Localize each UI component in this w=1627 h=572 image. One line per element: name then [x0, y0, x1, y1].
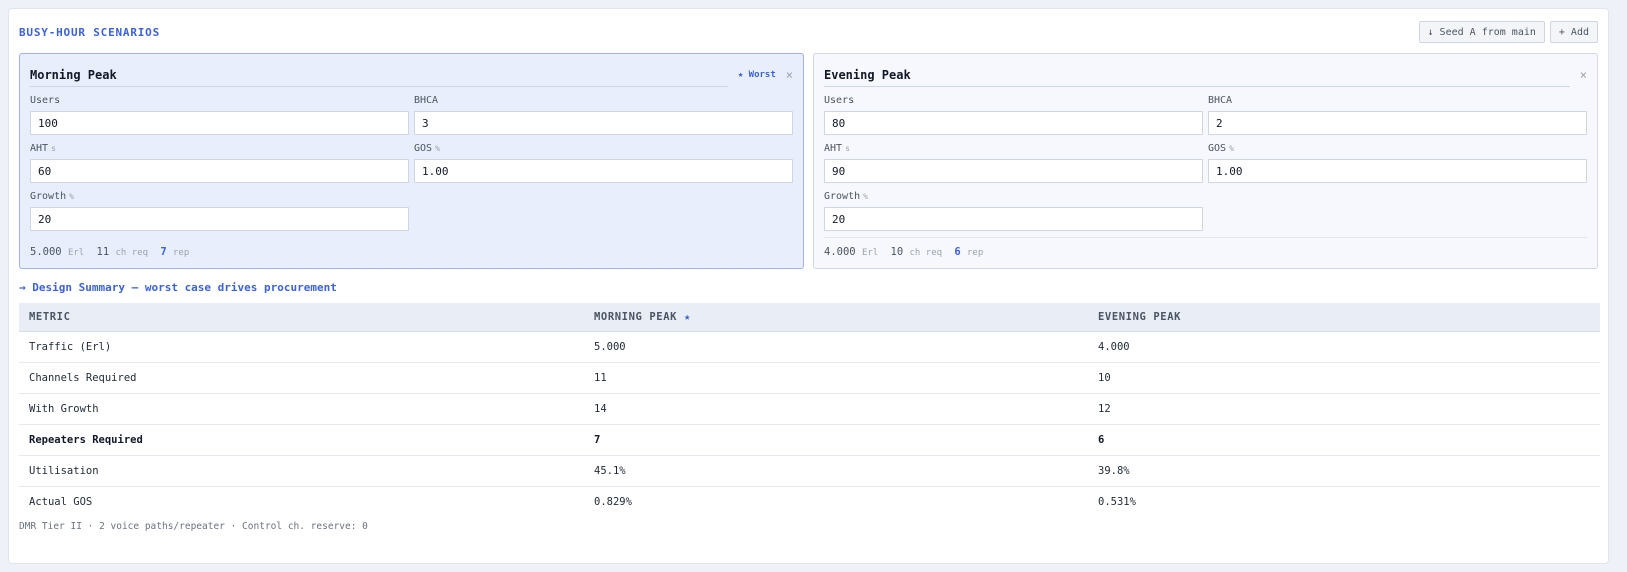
close-icon[interactable]: ×: [786, 68, 793, 82]
footer-note: DMR Tier II · 2 voice paths/repeater · C…: [19, 521, 368, 532]
repeaters-value: 7: [160, 246, 167, 258]
users-input[interactable]: 80: [824, 111, 1203, 135]
users-input[interactable]: 100: [30, 111, 409, 135]
gos-unit: %: [1229, 144, 1234, 153]
morning-cell: 7: [584, 424, 1088, 456]
metric-cell: Traffic (Erl): [19, 331, 584, 363]
scenario-name-input[interactable]: Evening Peak: [824, 64, 1570, 87]
morning-cell: 14: [584, 393, 1088, 425]
growth-input[interactable]: 20: [30, 207, 409, 231]
header-metric: METRIC: [19, 303, 584, 332]
users-label: Users: [30, 95, 61, 106]
table-header-row: METRIC MORNING PEAK ★ EVENING PEAK: [19, 303, 1600, 332]
repeaters-unit: rep: [173, 248, 190, 258]
header-morning-peak: MORNING PEAK ★: [584, 303, 1088, 332]
metric-cell: Actual GOS: [29, 496, 93, 508]
panel-header: BUSY-HOUR SCENARIOS ↓ Seed A from main +…: [19, 21, 1598, 43]
morning-cell: 45.1%: [584, 455, 1088, 487]
aht-label: AHT s: [30, 143, 56, 154]
evening-cell: 12: [1088, 393, 1600, 425]
erl-value: 5.000: [30, 246, 62, 258]
bhca-input[interactable]: 3: [414, 111, 793, 135]
morning-cell: 0.829%: [594, 496, 632, 508]
metric-cell: Utilisation: [19, 455, 584, 487]
channels-value: 10: [890, 246, 904, 258]
bhca-label: BHCA: [1208, 95, 1233, 106]
evening-cell: 10: [1088, 362, 1600, 394]
gos-unit: %: [435, 144, 440, 153]
scenario-cards: Morning Peak ★ Worst × Users 100 BHCA 3: [19, 53, 1598, 269]
evening-cell: 6: [1088, 424, 1600, 456]
erl-value: 4.000: [824, 246, 856, 258]
growth-input[interactable]: 20: [824, 207, 1203, 231]
worst-badge: ★ Worst: [737, 70, 776, 80]
table-row: With Growth 14 12: [19, 393, 1600, 425]
scenario-name-input[interactable]: Morning Peak: [30, 64, 728, 87]
aht-unit: s: [51, 144, 56, 153]
bhca-input[interactable]: 2: [1208, 111, 1587, 135]
erl-unit: Erl: [861, 248, 879, 258]
gos-label: GOS%: [1208, 143, 1234, 154]
bhca-label: BHCA: [414, 95, 439, 106]
busy-hour-panel: BUSY-HOUR SCENARIOS ↓ Seed A from main +…: [8, 8, 1609, 564]
growth-label: Growth%: [824, 191, 868, 202]
morning-cell: 5.000: [584, 331, 1088, 363]
metric-cell: Repeaters Required: [19, 424, 584, 456]
channels-unit: ch req: [115, 248, 149, 258]
growth-unit: %: [69, 192, 74, 201]
table-row: Utilisation 45.1% 39.8%: [19, 455, 1600, 487]
close-icon[interactable]: ×: [1580, 68, 1587, 82]
channels-unit: ch req: [909, 248, 943, 258]
metric-cell: With Growth: [19, 393, 584, 425]
worst-star-icon: ★: [683, 311, 691, 323]
growth-unit: %: [863, 192, 868, 201]
aht-unit: s: [845, 144, 850, 153]
design-summary-title: → Design Summary — worst case drives pro…: [19, 281, 337, 294]
gos-input[interactable]: 1.00: [414, 159, 793, 183]
table-row: Channels Required 11 10: [19, 362, 1600, 394]
growth-label: Growth%: [30, 191, 74, 202]
evening-cell: 39.8%: [1088, 455, 1600, 487]
morning-cell: 11: [584, 362, 1088, 394]
scenario-card-morning: Morning Peak ★ Worst × Users 100 BHCA 3: [19, 53, 804, 269]
evening-cell: 4.000: [1088, 331, 1600, 363]
header-actions: ↓ Seed A from main + Add: [1418, 21, 1598, 43]
repeaters-value: 6: [954, 246, 961, 258]
users-label: Users: [824, 95, 855, 106]
aht-input[interactable]: 90: [824, 159, 1203, 183]
gos-input[interactable]: 1.00: [1208, 159, 1587, 183]
erl-unit: Erl: [67, 248, 85, 258]
seed-from-main-button[interactable]: ↓ Seed A from main: [1418, 21, 1545, 43]
design-summary-table: METRIC MORNING PEAK ★ EVENING PEAK Traff…: [19, 303, 1600, 517]
scenario-stats: 5.000 Erl 11 ch req 7 rep: [30, 238, 793, 258]
scenario-card-evening: Evening Peak × Users 80 BHCA 2 AHT s 90 …: [813, 53, 1598, 269]
aht-input[interactable]: 60: [30, 159, 409, 183]
add-scenario-button[interactable]: + Add: [1549, 21, 1598, 43]
section-title: BUSY-HOUR SCENARIOS: [19, 25, 161, 39]
table-row: Repeaters Required 7 6: [19, 424, 1600, 456]
table-row: Traffic (Erl) 5.000 4.000: [19, 331, 1600, 363]
scenario-stats: 4.000 Erl 10 ch req 6 rep: [824, 237, 1587, 258]
evening-cell: 0.531%: [1098, 496, 1136, 508]
table-row: Actual GOS 0.829% 0.531%: [19, 487, 1600, 518]
repeaters-unit: rep: [967, 248, 984, 258]
header-evening-peak: EVENING PEAK: [1088, 303, 1600, 332]
metric-cell: Channels Required: [19, 362, 584, 394]
channels-value: 11: [96, 246, 110, 258]
gos-label: GOS%: [414, 143, 440, 154]
aht-label: AHT s: [824, 143, 850, 154]
